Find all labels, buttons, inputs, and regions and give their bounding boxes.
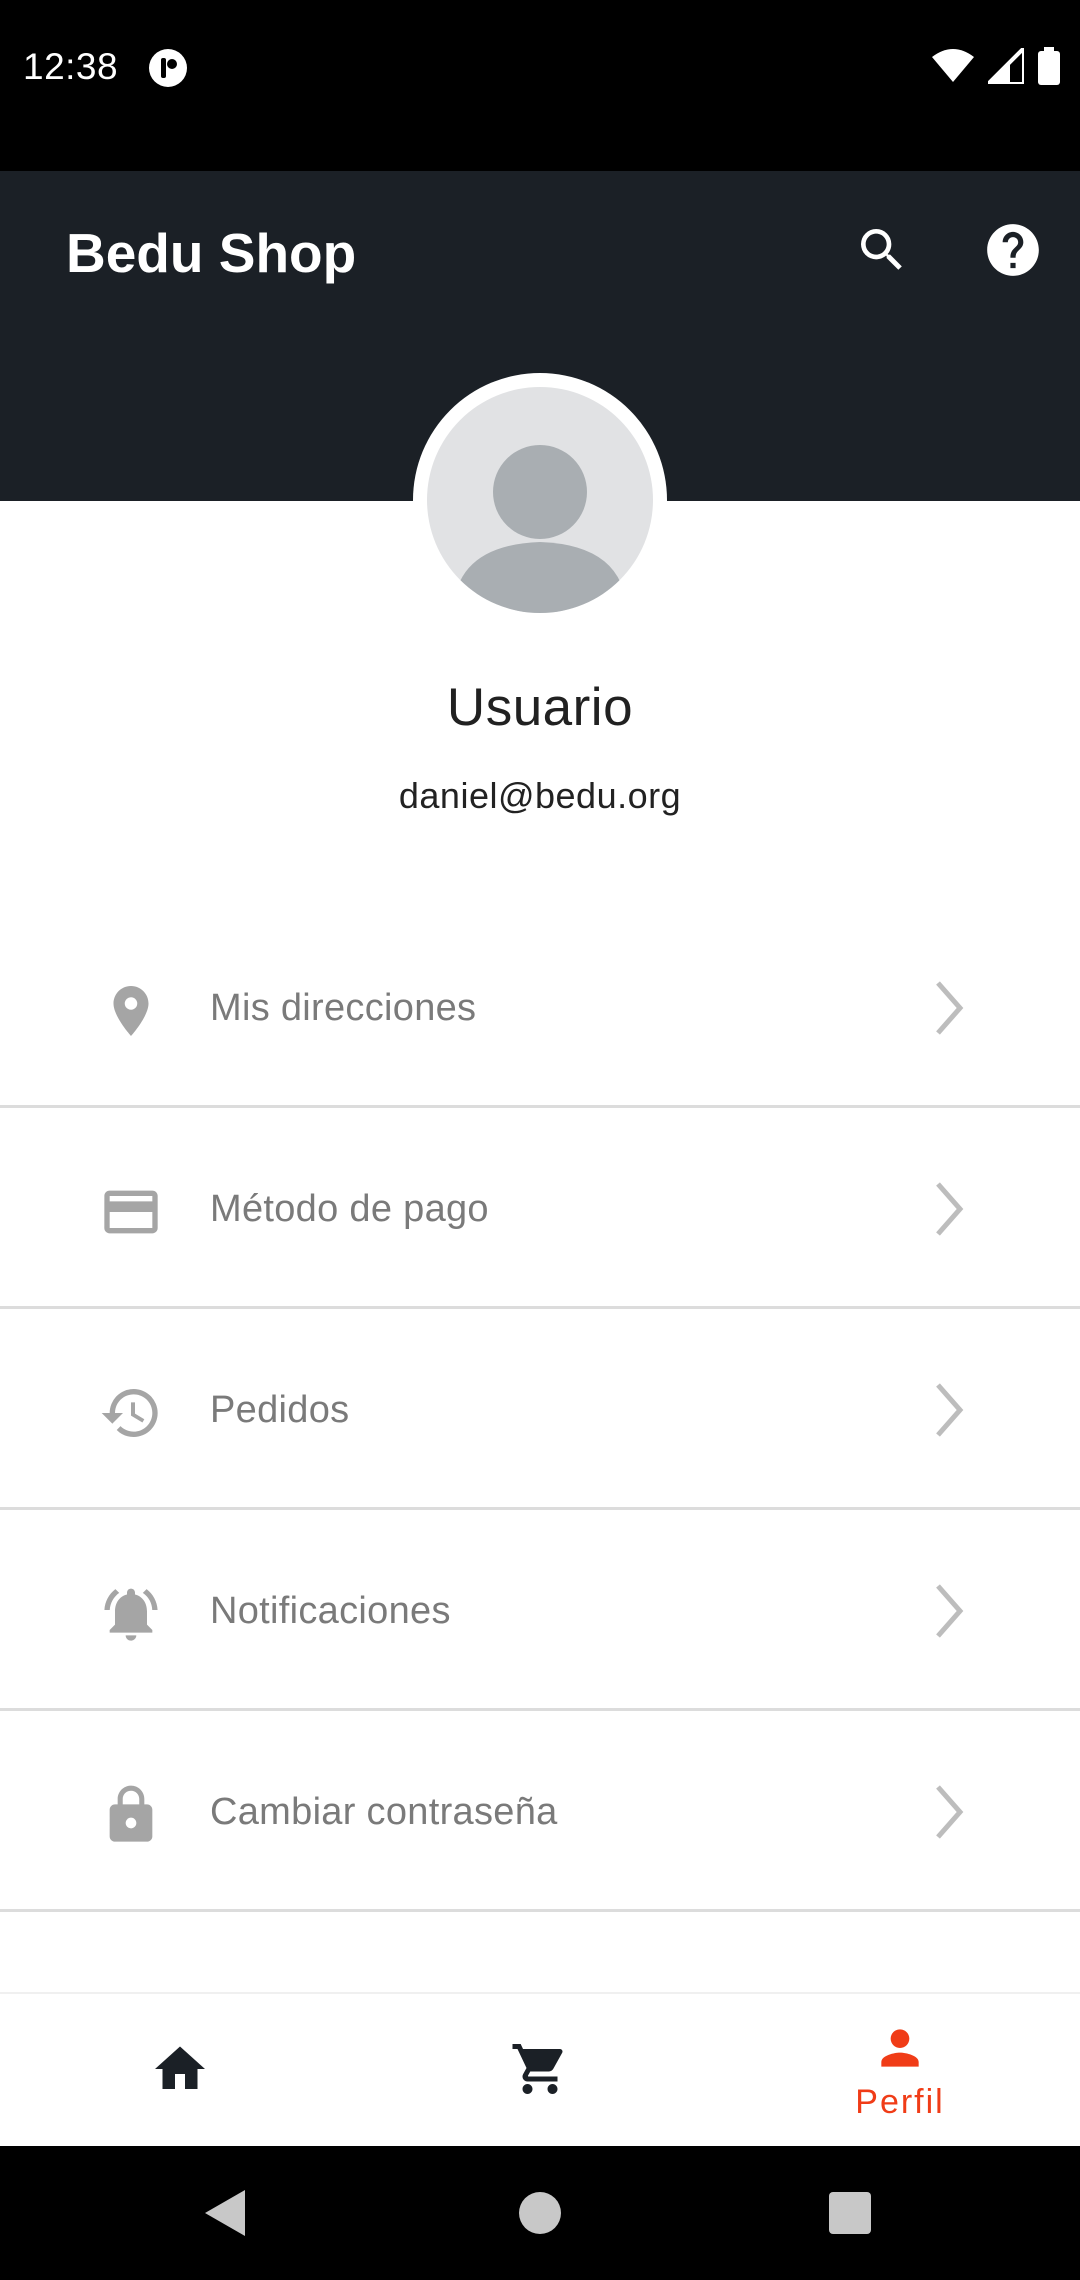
status-icons bbox=[932, 42, 1060, 90]
nav-label-profile: Perfil bbox=[855, 2083, 945, 2121]
home-icon bbox=[150, 2039, 210, 2104]
chevron-right-icon bbox=[918, 977, 978, 1039]
status-time: 12:38 bbox=[23, 46, 119, 87]
help-icon[interactable] bbox=[978, 215, 1048, 285]
history-icon bbox=[97, 1379, 165, 1447]
menu-item-label: Cambiar contraseña bbox=[210, 1791, 558, 1833]
menu-item-payment[interactable]: Método de pago bbox=[0, 1108, 1080, 1309]
nav-item-cart[interactable] bbox=[360, 1994, 720, 2148]
credit-card-icon bbox=[97, 1178, 165, 1246]
system-navigation-bar bbox=[0, 2146, 1080, 2280]
app-notification-icon bbox=[148, 48, 188, 88]
chevron-right-icon bbox=[918, 1580, 978, 1642]
avatar[interactable] bbox=[427, 387, 653, 613]
recents-icon[interactable] bbox=[818, 2181, 882, 2245]
chevron-right-icon bbox=[918, 1178, 978, 1240]
search-icon[interactable] bbox=[847, 215, 917, 285]
cart-icon bbox=[510, 2039, 570, 2104]
home-circle-icon[interactable] bbox=[508, 2181, 572, 2245]
person-icon bbox=[872, 2020, 928, 2081]
profile-screen: 12:38 Bedu Shop Usuario daniel@bedu.org … bbox=[0, 0, 1080, 2280]
menu-item-addresses[interactable]: Mis direcciones bbox=[0, 907, 1080, 1108]
user-name: Usuario bbox=[446, 678, 634, 737]
signal-icon bbox=[983, 42, 1026, 89]
app-title: Bedu Shop bbox=[66, 222, 357, 284]
menu-item-label: Notificaciones bbox=[210, 1590, 451, 1632]
location-pin-icon bbox=[97, 977, 165, 1045]
bell-icon bbox=[97, 1580, 165, 1648]
menu-item-label: Método de pago bbox=[210, 1188, 489, 1230]
menu-item-label: Pedidos bbox=[210, 1389, 350, 1431]
menu-item-change-password[interactable]: Cambiar contraseña bbox=[0, 1711, 1080, 1912]
battery-icon bbox=[1038, 46, 1060, 90]
menu-item-notifications[interactable]: Notificaciones bbox=[0, 1510, 1080, 1711]
profile-menu: Mis direcciones Método de pago Pedidos N… bbox=[0, 907, 1080, 1912]
user-email: daniel@bedu.org bbox=[398, 775, 682, 816]
chevron-right-icon bbox=[918, 1379, 978, 1441]
wifi-icon bbox=[932, 48, 974, 88]
status-bar: 12:38 bbox=[0, 0, 1080, 171]
nav-item-profile[interactable]: Perfil bbox=[720, 1994, 1080, 2148]
nav-item-home[interactable] bbox=[0, 1994, 360, 2148]
lock-icon bbox=[97, 1781, 165, 1849]
chevron-right-icon bbox=[918, 1781, 978, 1843]
menu-item-label: Mis direcciones bbox=[210, 987, 477, 1029]
bottom-navigation: Perfil bbox=[0, 1992, 1080, 2146]
back-icon[interactable] bbox=[192, 2181, 256, 2245]
menu-item-orders[interactable]: Pedidos bbox=[0, 1309, 1080, 1510]
